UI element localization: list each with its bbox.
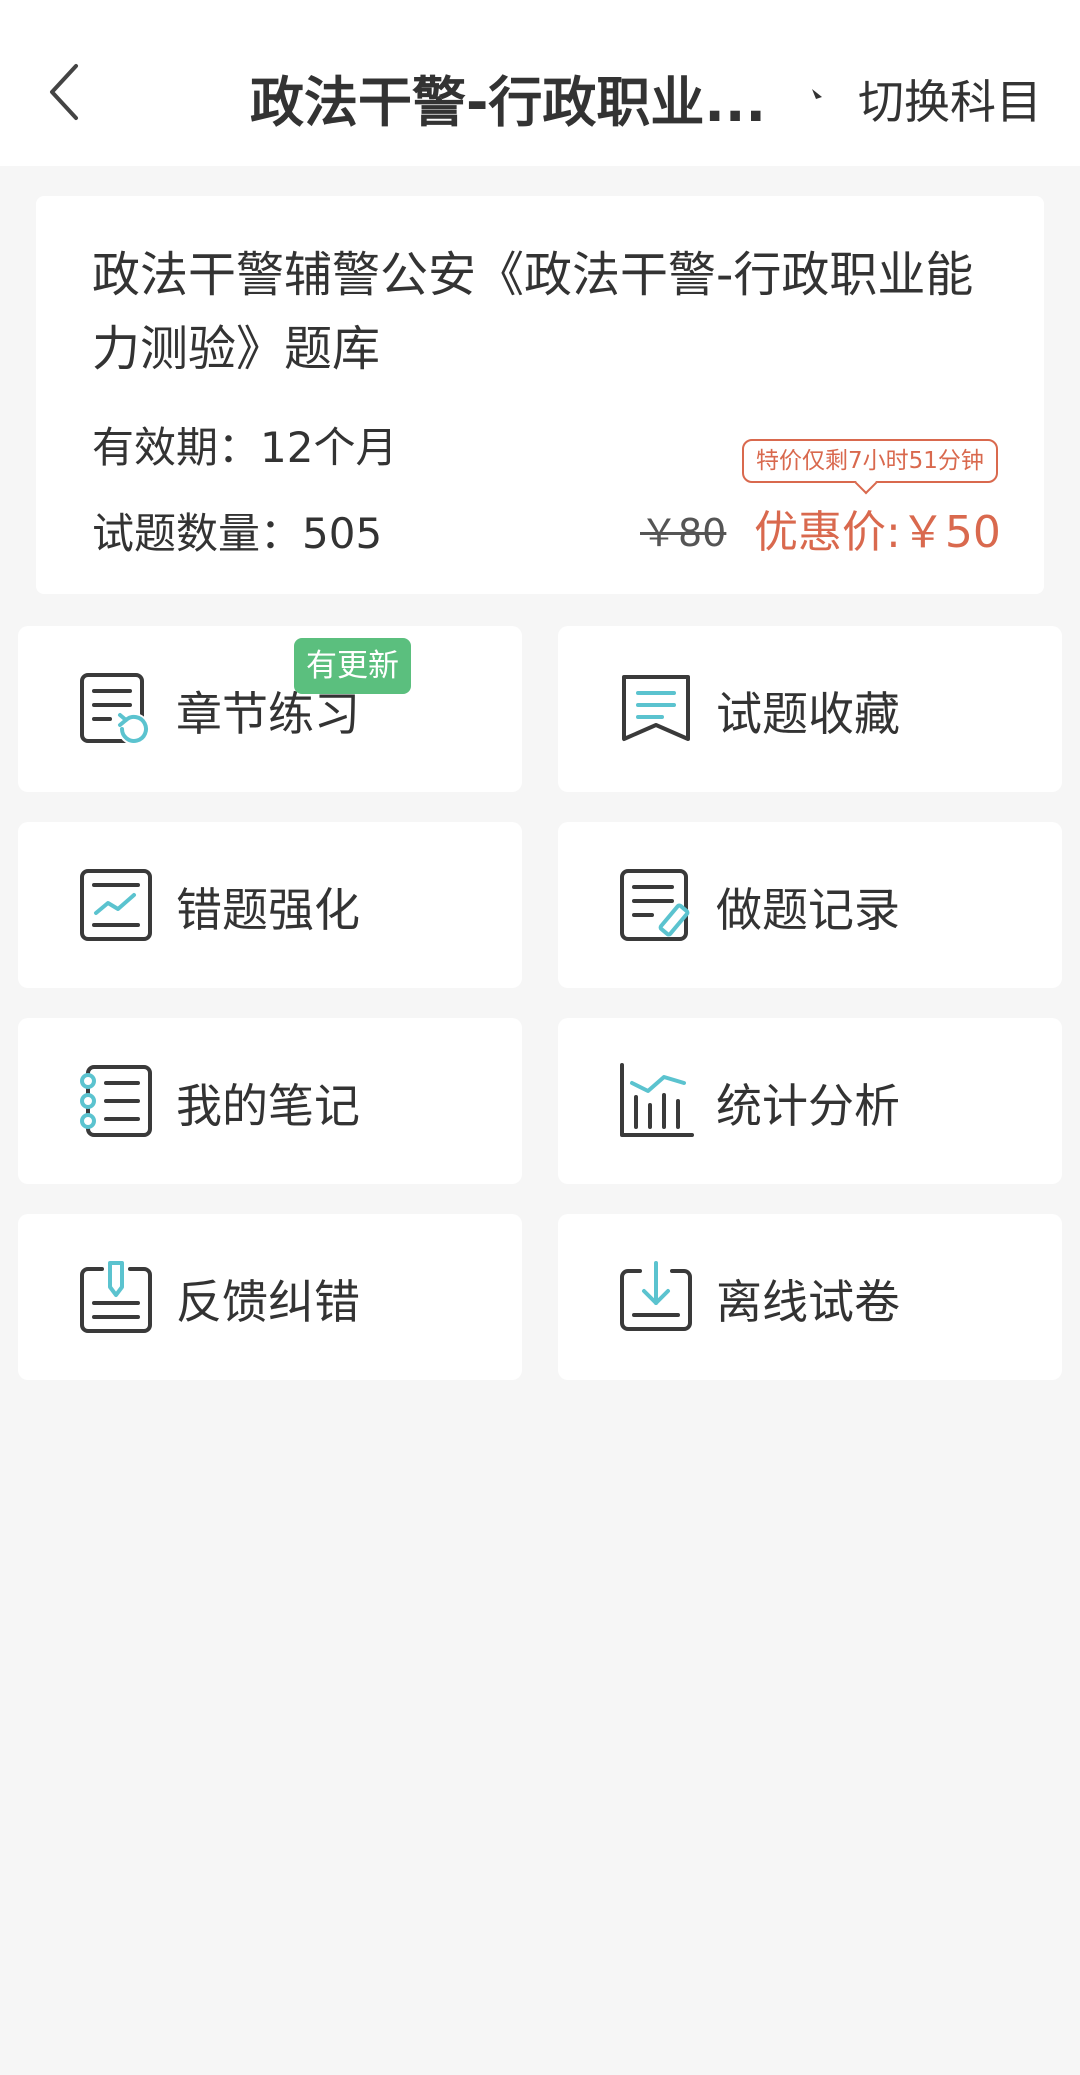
tile-label: 错题强化 xyxy=(176,883,360,937)
bar-chart-icon xyxy=(620,1063,694,1137)
switch-subject-button[interactable]: 切换科目 xyxy=(858,66,1042,132)
back-button[interactable] xyxy=(36,52,96,132)
original-price: ￥80 xyxy=(640,511,727,555)
tile-chapter-practice[interactable]: 章节练习 有更新 xyxy=(18,626,522,792)
tile-label: 试题收藏 xyxy=(716,687,900,741)
notebook-icon xyxy=(80,1065,152,1137)
tile-label: 统计分析 xyxy=(716,1079,900,1133)
chapter-practice-icon xyxy=(80,673,150,745)
subject-title-dropdown[interactable]: 政法干警-行政职业... xyxy=(250,62,766,134)
tile-statistics[interactable]: 统计分析 xyxy=(558,1018,1062,1184)
sale-price[interactable]: 优惠价:￥50 xyxy=(754,496,1001,560)
chevron-left-icon xyxy=(50,64,78,120)
tile-practice-record[interactable]: 做题记录 xyxy=(558,822,1062,988)
product-card: 政法干警辅警公安《政法干警-行政职业能力测验》题库 有效期：12个月 试题数量：… xyxy=(36,196,1044,594)
download-icon xyxy=(620,1261,692,1331)
tile-label: 离线试卷 xyxy=(716,1275,900,1329)
tile-feedback[interactable]: 反馈纠错 xyxy=(18,1214,522,1380)
tile-label: 反馈纠错 xyxy=(176,1275,360,1329)
update-badge: 有更新 xyxy=(294,638,411,694)
product-name: 政法干警辅警公安《政法干警-行政职业能力测验》题库 xyxy=(92,247,974,377)
wrong-question-chart-icon xyxy=(80,869,152,941)
question-count: 试题数量：505 xyxy=(92,509,383,558)
promo-countdown-badge: 特价仅剩7小时51分钟 xyxy=(742,439,998,483)
dropdown-caret-icon[interactable] xyxy=(808,85,826,103)
record-edit-icon xyxy=(620,869,690,941)
tile-my-notes[interactable]: 我的笔记 xyxy=(18,1018,522,1184)
validity-period: 有效期：12个月 xyxy=(92,423,398,472)
tile-offline-papers[interactable]: 离线试卷 xyxy=(558,1214,1062,1380)
bookmark-icon xyxy=(622,675,690,741)
feedback-pen-icon xyxy=(80,1261,152,1333)
page-title: 政法干警-行政职业... xyxy=(250,70,766,134)
tile-wrong-question-review[interactable]: 错题强化 xyxy=(18,822,522,988)
top-bar: 政法干警-行政职业... 切换科目 xyxy=(0,0,1080,166)
tile-label: 我的笔记 xyxy=(176,1079,360,1133)
tile-question-favorites[interactable]: 试题收藏 xyxy=(558,626,1062,792)
tile-label: 做题记录 xyxy=(716,883,900,937)
